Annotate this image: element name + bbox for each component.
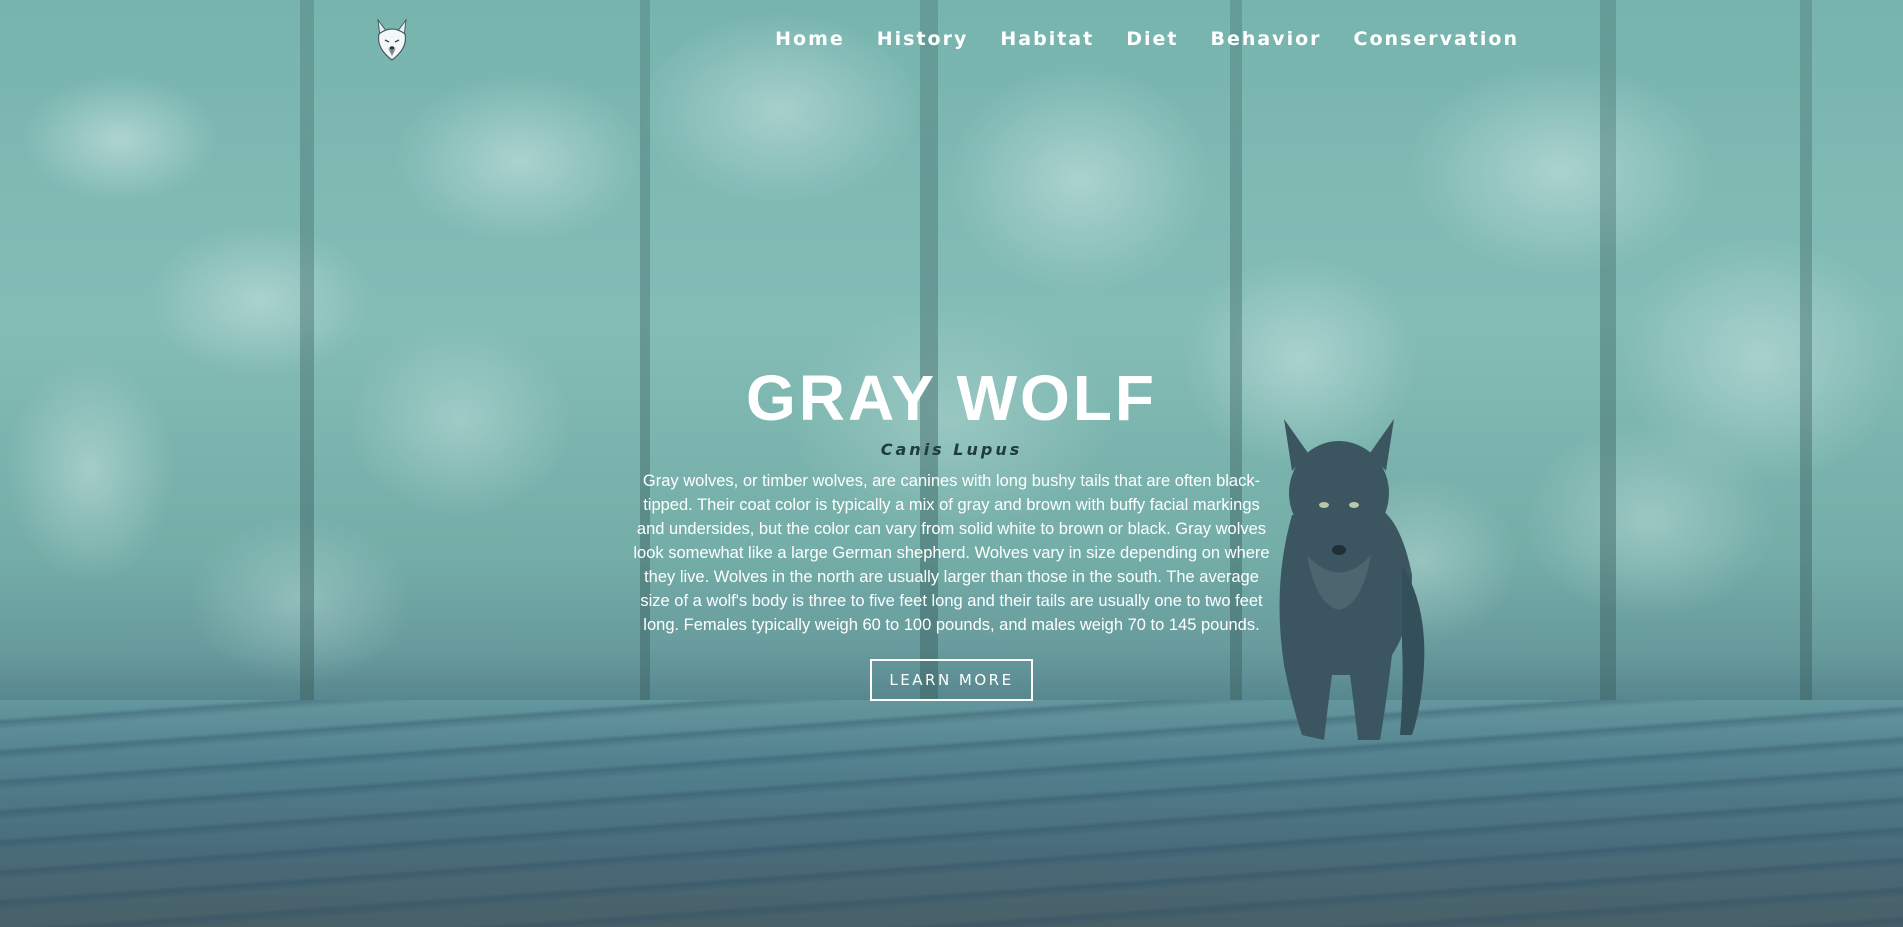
page-title: GRAY WOLF: [745, 362, 1158, 434]
main-nav: Home History Habitat Diet Behavior Conse…: [743, 28, 1519, 50]
nav-item-history[interactable]: History: [877, 28, 969, 50]
hero-section: Home History Habitat Diet Behavior Conse…: [0, 0, 1903, 927]
hero-content: GRAY WOLF Canis Lupus Gray wolves, or ti…: [630, 360, 1273, 701]
wolf-image: [1279, 419, 1425, 740]
nav-item-habitat[interactable]: Habitat: [1000, 28, 1094, 50]
nav-item-home[interactable]: Home: [775, 28, 845, 50]
learn-more-button[interactable]: LEARN MORE: [870, 659, 1033, 701]
scientific-name: Canis Lupus: [880, 440, 1023, 459]
nav-item-diet[interactable]: Diet: [1126, 28, 1178, 50]
hero-description: Gray wolves, or timber wolves, are canin…: [633, 472, 1270, 634]
wolf-head-logo-icon[interactable]: [374, 18, 410, 62]
nav-item-conservation[interactable]: Conservation: [1354, 28, 1519, 50]
nav-item-behavior[interactable]: Behavior: [1210, 28, 1321, 50]
